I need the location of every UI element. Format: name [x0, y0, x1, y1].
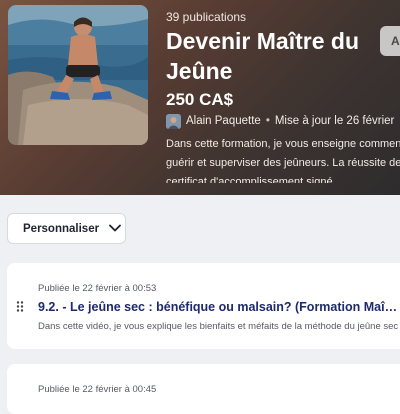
post-card[interactable]: Publiée le 22 février à 00:45	[7, 364, 400, 414]
post-description: Dans cette vidéo, je vous explique les b…	[38, 321, 399, 332]
avatar	[166, 113, 181, 129]
personalize-label: Personnaliser	[23, 222, 100, 235]
post-date: Publiée le 22 février à 00:53	[38, 283, 157, 294]
header-action-button[interactable]: A	[380, 26, 400, 56]
updated-date: Mise à jour le 26 février	[274, 115, 395, 127]
course-description: Dans cette formation, je vous enseigne c…	[166, 135, 400, 183]
chevron-down-icon	[109, 223, 121, 235]
author-row: Alain Paquette • Mise à jour le 26 févri…	[166, 112, 394, 130]
description-line: Dans cette formation, je vous enseigne c…	[166, 138, 400, 150]
description-line: certificat d'accomplissement signé.	[166, 176, 336, 183]
publication-count: 39 publications	[166, 10, 247, 24]
separator-dot: •	[265, 115, 270, 127]
course-header: 39 publications Devenir Maître du Jeûne …	[0, 0, 400, 195]
post-card[interactable]: Publiée le 22 février à 00:53 9.2. - Le …	[7, 263, 400, 349]
course-thumbnail	[8, 5, 148, 145]
description-line: guérir et superviser des jeûneurs. La ré…	[166, 157, 400, 169]
course-price: 250 CA$	[166, 90, 234, 109]
page-title: Devenir Maître du Jeûne	[166, 28, 359, 84]
personalize-button[interactable]: Personnaliser	[7, 213, 126, 244]
author-name[interactable]: Alain Paquette	[186, 115, 261, 127]
post-date: Publiée le 22 février à 00:45	[38, 384, 157, 395]
drag-handle-icon[interactable]	[16, 299, 24, 312]
post-title[interactable]: 9.2. - Le jeûne sec : bénéfique ou malsa…	[38, 300, 400, 314]
